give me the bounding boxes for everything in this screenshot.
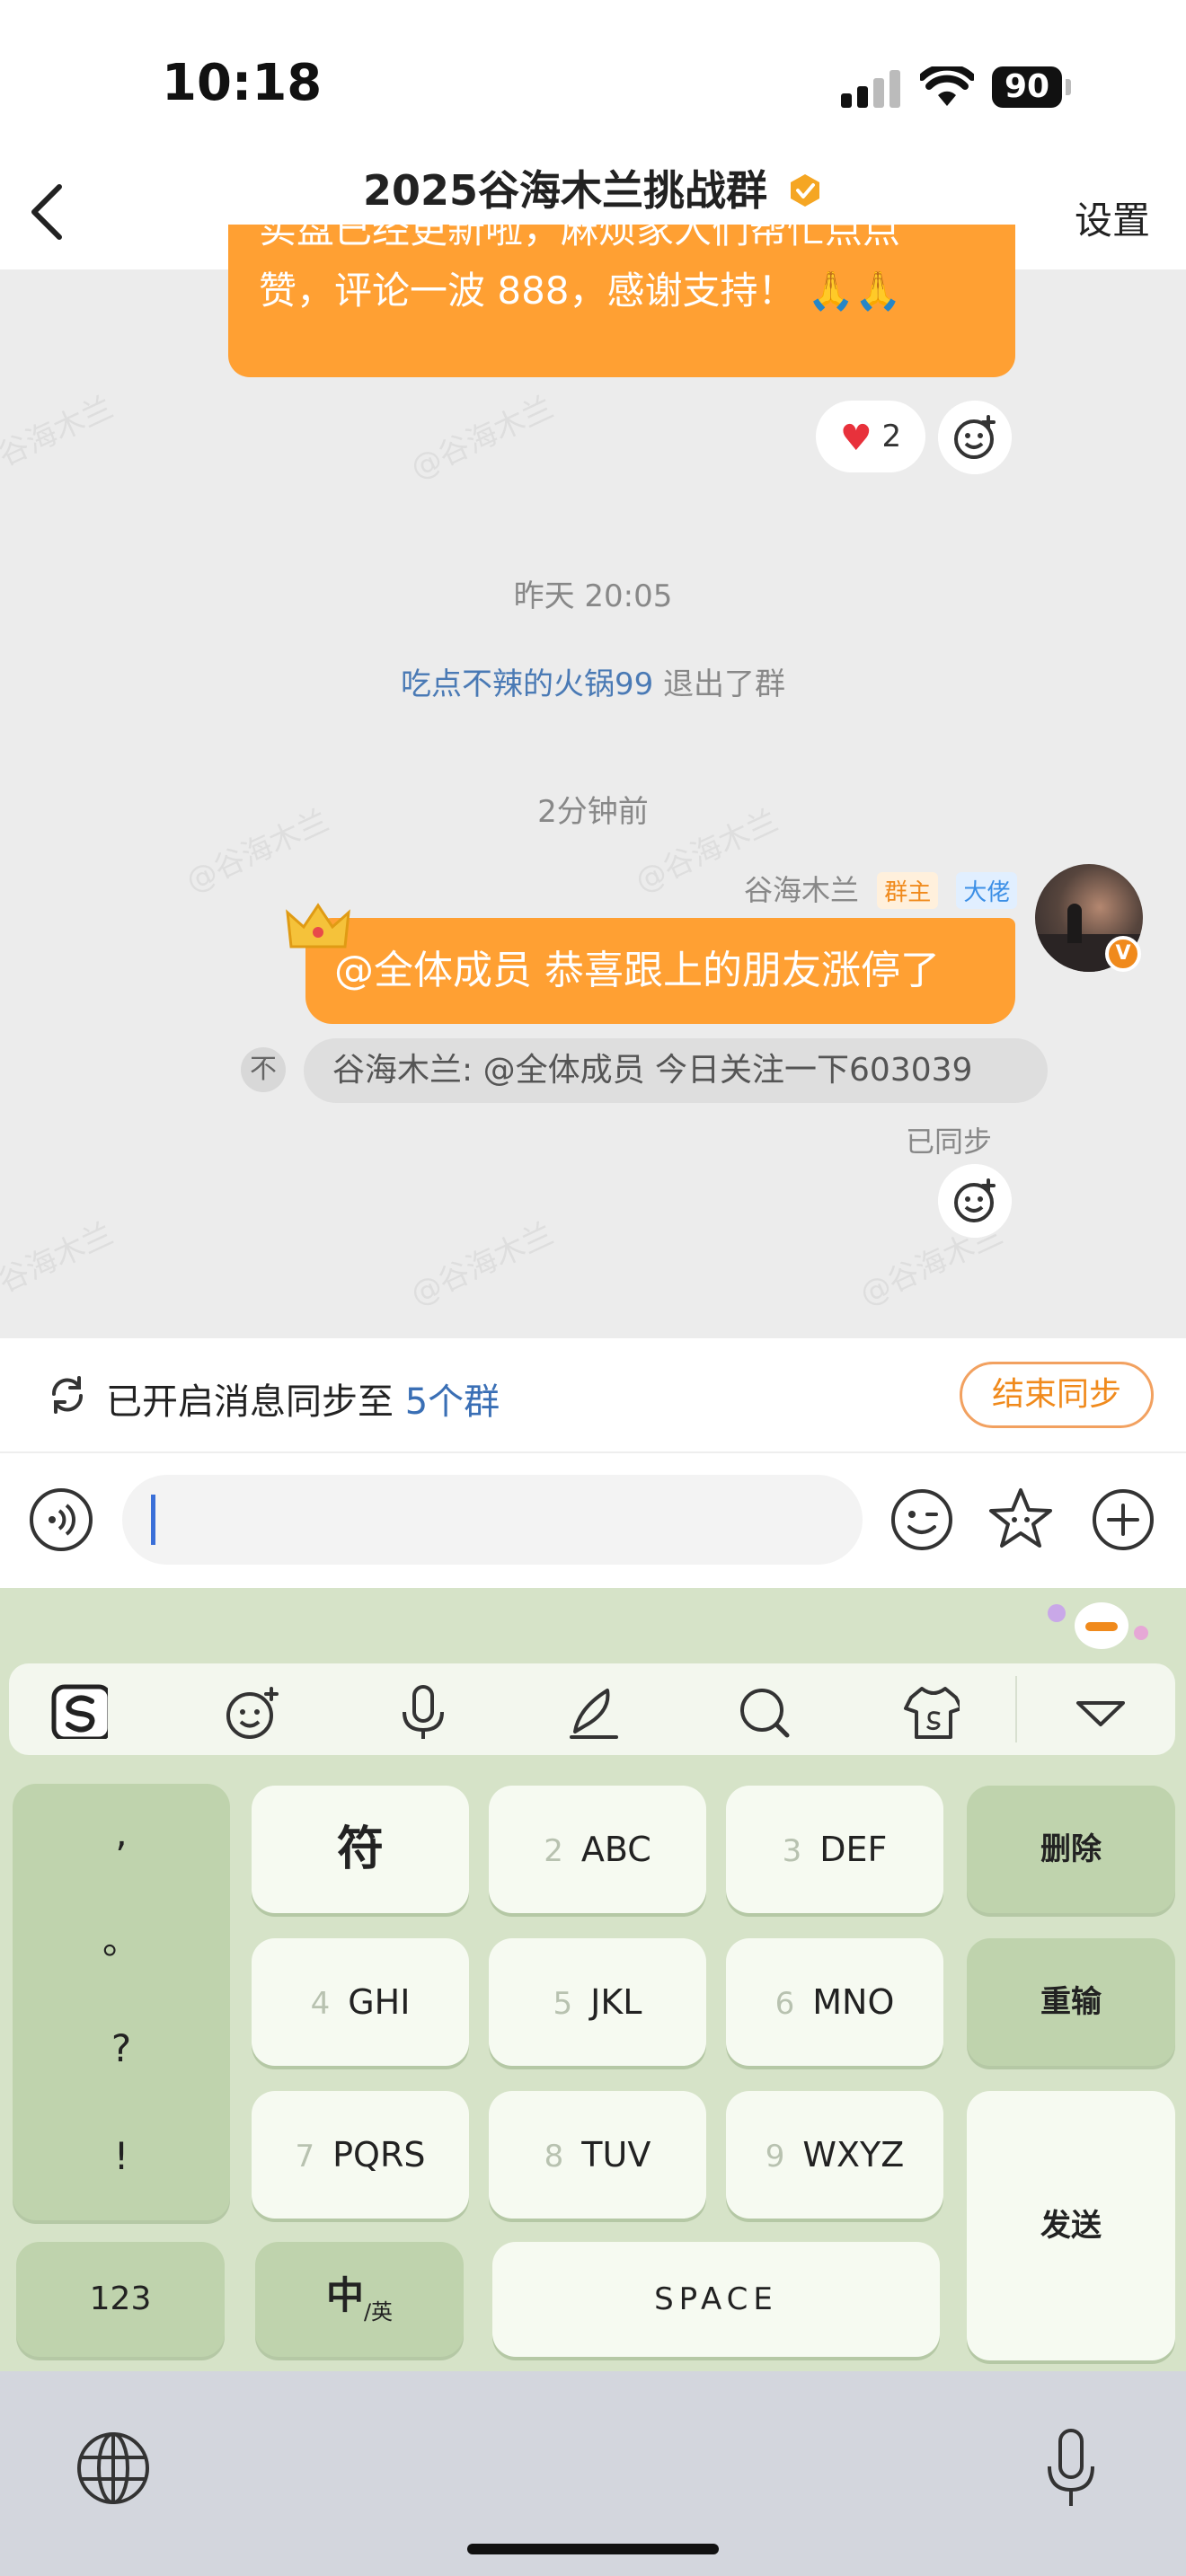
- system-notice: 吃点不辣的火锅99 退出了群: [0, 659, 1186, 703]
- sync-status: 已同步: [906, 1125, 993, 1159]
- dictation-microphone-icon[interactable]: [1042, 2425, 1100, 2511]
- key-delete[interactable]: 删除: [967, 1786, 1175, 1913]
- key-letters: WXYZ: [802, 2135, 905, 2175]
- globe-icon[interactable]: [75, 2430, 151, 2506]
- key-letters: GHI: [348, 1982, 411, 2022]
- key-2-abc[interactable]: 2 ABC: [489, 1786, 706, 1913]
- key-symbols[interactable]: 符: [252, 1786, 469, 1913]
- notice-text: 退出了群: [653, 666, 786, 702]
- status-time: 10:18: [162, 54, 323, 112]
- message-text-line: 实盘已经更新啦，麻烦家人们帮忙点点: [259, 207, 901, 251]
- add-reaction-icon[interactable]: [938, 1164, 1012, 1238]
- settings-button[interactable]: 设置: [1075, 190, 1150, 245]
- key-exclamation[interactable]: !: [13, 2107, 230, 2215]
- wifi-icon: [920, 66, 974, 106]
- message-text-line: 赞，评论一波 888，感谢支持！ 🙏🙏: [259, 269, 902, 313]
- star-sticker-icon[interactable]: [987, 1486, 1055, 1554]
- key-number: 6: [774, 1986, 795, 2022]
- sender-row: 谷海木兰 群主 大佬: [744, 868, 1018, 909]
- voice-icon[interactable]: [29, 1487, 93, 1552]
- key-question[interactable]: ?: [13, 1999, 230, 2107]
- key-7-pqrs[interactable]: 7 PQRS: [252, 2091, 469, 2219]
- cellular-signal-icon: [841, 70, 900, 108]
- key-6-mno[interactable]: 6 MNO: [726, 1938, 943, 2066]
- timestamp: 2分钟前: [537, 794, 649, 830]
- sync-label: 已开启消息同步至: [106, 1381, 405, 1423]
- key-send[interactable]: 发送: [967, 2091, 1175, 2360]
- emoji-icon[interactable]: [221, 1681, 279, 1739]
- key-letters: JKL: [590, 1982, 642, 2022]
- battery-cap: [1066, 79, 1071, 95]
- toolbar-divider: [1015, 1676, 1017, 1742]
- key-number: 9: [765, 2139, 785, 2175]
- skin-shirt-icon[interactable]: [902, 1681, 960, 1739]
- previous-message-bubble[interactable]: 实盘已经更新啦，麻烦家人们帮忙点点 赞，评论一波 888，感谢支持！ 🙏🙏: [228, 207, 1015, 377]
- key-number: 2: [544, 1833, 563, 1869]
- timestamp: 昨天 20:05: [513, 578, 673, 614]
- add-reaction-icon[interactable]: [938, 401, 1012, 474]
- sync-icon: [51, 1376, 84, 1414]
- key-period[interactable]: 。: [13, 1892, 230, 1999]
- heart-reaction[interactable]: ♥ 2: [816, 401, 925, 472]
- notice-user[interactable]: 吃点不辣的火锅99: [401, 666, 653, 702]
- key-space[interactable]: SPACE: [492, 2242, 940, 2357]
- verified-v-icon: V: [1105, 936, 1141, 972]
- key-language-switch[interactable]: 中/英: [255, 2242, 464, 2357]
- crown-icon: [286, 903, 350, 948]
- battery-indicator: 90: [992, 66, 1062, 108]
- message-input[interactable]: [122, 1475, 863, 1565]
- key-3-def[interactable]: 3 DEF: [726, 1786, 943, 1913]
- key-letters: MNO: [812, 1982, 895, 2022]
- key-number: 8: [544, 2139, 564, 2175]
- key-letters: ABC: [580, 1830, 651, 1869]
- plus-icon[interactable]: [1091, 1487, 1155, 1552]
- text-caret: [151, 1495, 155, 1545]
- key-letters: DEF: [819, 1830, 888, 1869]
- quoted-message[interactable]: 谷海木兰: @全体成员 今日关注一下603039: [304, 1038, 1048, 1103]
- handwriting-pen-icon[interactable]: [562, 1681, 620, 1739]
- key-4-ghi[interactable]: 4 GHI: [252, 1938, 469, 2066]
- sync-groups-link[interactable]: 5个群: [405, 1381, 500, 1423]
- boss-badge: 大佬: [956, 872, 1018, 909]
- key-numbers[interactable]: 123: [16, 2242, 225, 2357]
- key-number: 5: [553, 1986, 573, 2022]
- key-number: 7: [295, 2139, 315, 2175]
- lang-sub: /英: [363, 2299, 394, 2325]
- key-number: 4: [310, 1986, 331, 2022]
- key-letters: PQRS: [332, 2135, 426, 2175]
- key-number: 3: [782, 1833, 802, 1869]
- sender-name: 谷海木兰: [744, 873, 860, 907]
- key-8-tuv[interactable]: 8 TUV: [489, 2091, 706, 2219]
- collapse-keyboard-icon[interactable]: [1069, 1681, 1127, 1739]
- owner-badge: 群主: [877, 872, 939, 909]
- key-5-jkl[interactable]: 5 JKL: [489, 1938, 706, 2066]
- mascot-icon[interactable]: [1042, 1593, 1159, 1653]
- key-reset[interactable]: 重输: [967, 1938, 1175, 2066]
- sogou-logo-icon[interactable]: [50, 1681, 108, 1739]
- quote-icon: 不: [241, 1047, 286, 1092]
- key-9-wxyz[interactable]: 9 WXYZ: [726, 2091, 943, 2219]
- end-sync-button[interactable]: 结束同步: [960, 1362, 1154, 1428]
- microphone-icon[interactable]: [392, 1681, 449, 1739]
- key-letters: TUV: [581, 2135, 651, 2175]
- key-comma[interactable]: ,: [13, 1784, 230, 1892]
- lang-main: 中: [325, 2273, 364, 2317]
- heart-icon: ♥: [839, 418, 872, 459]
- emoji-icon[interactable]: [890, 1487, 954, 1552]
- message-bubble[interactable]: @全体成员 恭喜跟上的朋友涨停了: [305, 918, 1015, 1024]
- home-indicator: [467, 2544, 719, 2554]
- punctuation-column[interactable]: , 。 ? !: [13, 1784, 230, 2220]
- reaction-count: 2: [881, 419, 902, 454]
- search-icon[interactable]: [733, 1681, 791, 1739]
- sync-text: 已开启消息同步至 5个群: [106, 1372, 500, 1425]
